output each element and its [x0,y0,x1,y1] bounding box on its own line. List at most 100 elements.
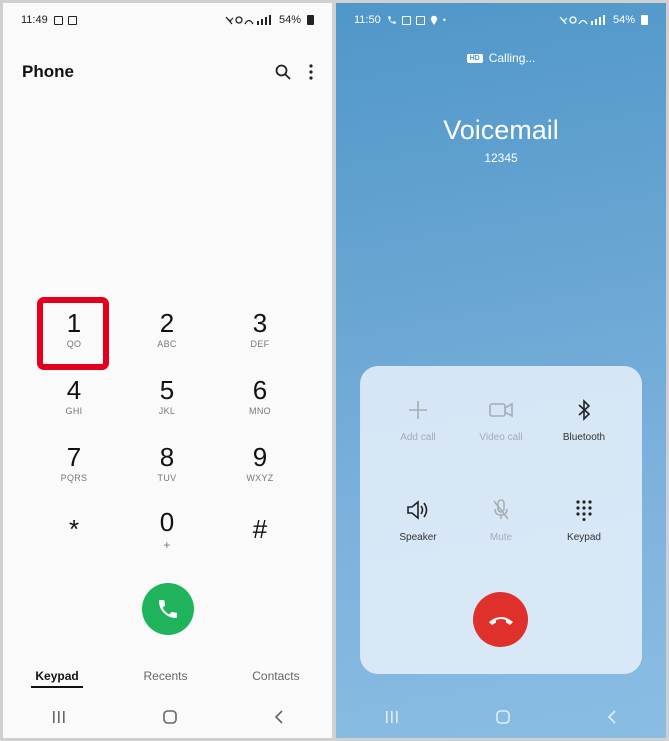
end-call-button[interactable] [473,592,528,647]
plus-icon [404,396,432,424]
mute-button[interactable]: Mute [461,496,541,543]
tab-recents[interactable]: Recents [139,669,191,688]
call-notification-icon [387,16,396,24]
status-bar: 11:50 • 54% [336,3,666,37]
mute-label: Mute [489,532,513,543]
key-0[interactable]: 0 + [132,500,202,560]
status-time: 11:50 [354,14,381,26]
tab-keypad[interactable]: Keypad [31,669,83,688]
key-5[interactable]: 5 JKL [132,366,202,426]
key-6[interactable]: 6 MNO [225,366,295,426]
app-notification-icon [67,15,77,25]
bluetooth-icon [570,396,598,424]
more-options-icon[interactable] [309,64,313,80]
status-time: 11:49 [21,14,48,26]
status-right: 54% [559,14,648,26]
contact-number: 12345 [484,151,518,165]
key-letters: WXYZ [246,473,274,483]
screenshot-frame: 11:49 54% Phone 1 QO 2 ABC 3 DEF 4 GHI 5… [0,0,669,741]
key-digit: 7 [66,442,82,472]
key-letters: ABC [157,339,177,349]
key-letters: DEF [250,339,270,349]
recent-apps-icon[interactable] [385,711,399,723]
key-digit: # [252,514,268,544]
contact-name: Voicemail [443,115,559,145]
key-4[interactable]: 4 GHI [39,366,109,426]
key-9[interactable]: 9 WXYZ [225,433,295,493]
speaker-button[interactable]: Speaker [378,496,458,543]
video-call-button[interactable]: Video call [461,396,541,443]
bluetooth-button[interactable]: Bluetooth [544,396,624,443]
gallery-notification-icon [401,15,411,25]
key-star[interactable]: * [39,500,109,560]
key-digit: 3 [252,308,268,338]
dialpad-icon [570,496,598,524]
battery-percent: 54% [278,14,301,26]
key-letters: GHI [65,406,83,416]
status-bar: 11:49 54% [3,3,332,37]
more-notifications-dot: • [442,15,446,25]
key-digit: 2 [159,308,175,338]
bottom-tabs: Keypad Recents Contacts [3,669,332,688]
key-digit: 0 [159,507,175,537]
page-title: Phone [22,62,74,81]
key-letters: JKL [158,406,176,416]
key-hash[interactable]: # [225,500,295,560]
home-icon[interactable] [496,710,510,724]
add-call-label: Add call [400,432,436,443]
system-nav-bar [3,702,332,732]
key-digit: 8 [159,442,175,472]
highlight-box [37,297,109,370]
speaker-label: Speaker [399,532,437,543]
mic-off-icon [487,496,515,524]
back-icon[interactable] [607,710,617,724]
search-icon[interactable] [275,64,291,80]
keypad-label: Keypad [567,532,601,543]
tab-contacts[interactable]: Contacts [248,669,303,688]
battery-icon [307,15,314,25]
key-letters: PQRS [60,473,88,483]
signal-wifi-icon [559,14,605,25]
gallery-notification-icon [53,15,63,25]
notification-icons [53,15,77,25]
key-letters: + [163,538,171,552]
video-call-label: Video call [479,432,523,443]
call-button[interactable] [142,583,194,635]
call-status-text: Calling... [488,51,536,65]
add-call-button[interactable]: Add call [378,396,458,443]
call-controls-card: Add call Video call Bluetooth Speaker Mu… [360,366,642,674]
location-icon [430,15,437,25]
phone-icon [159,600,177,618]
dialer-screen: 11:49 54% Phone 1 QO 2 ABC 3 DEF 4 GHI 5… [3,3,332,738]
app-bar: Phone [22,57,313,87]
key-digit: 9 [252,442,268,472]
end-call-icon [488,616,513,625]
system-nav-bar [336,702,666,732]
key-digit: 5 [159,375,175,405]
notification-icons: • [387,15,446,25]
recent-apps-icon[interactable] [52,711,66,723]
speaker-icon [404,496,432,524]
keypad-button[interactable]: Keypad [544,496,624,543]
battery-percent: 54% [612,14,635,26]
key-7[interactable]: 7 PQRS [39,433,109,493]
bluetooth-label: Bluetooth [562,432,606,443]
key-letters: MNO [249,406,271,416]
hd-voice-icon: HD [466,53,483,63]
app-notification-icon [415,15,425,25]
key-digit: * [68,514,80,544]
call-status: HD Calling... [336,51,666,65]
key-letters: TUV [157,473,177,483]
key-digit: 6 [252,375,268,405]
status-right: 54% [225,14,314,26]
key-3[interactable]: 3 DEF [225,299,295,359]
key-digit: 4 [66,375,82,405]
key-2[interactable]: 2 ABC [132,299,202,359]
home-icon[interactable] [162,710,177,724]
back-icon[interactable] [274,710,284,724]
video-icon [487,396,515,424]
in-call-screen: 11:50 • 54% HD Calling... Voicemail 1234… [336,3,666,738]
key-8[interactable]: 8 TUV [132,433,202,493]
app-bar-actions [275,64,313,80]
signal-wifi-icon [225,14,271,25]
